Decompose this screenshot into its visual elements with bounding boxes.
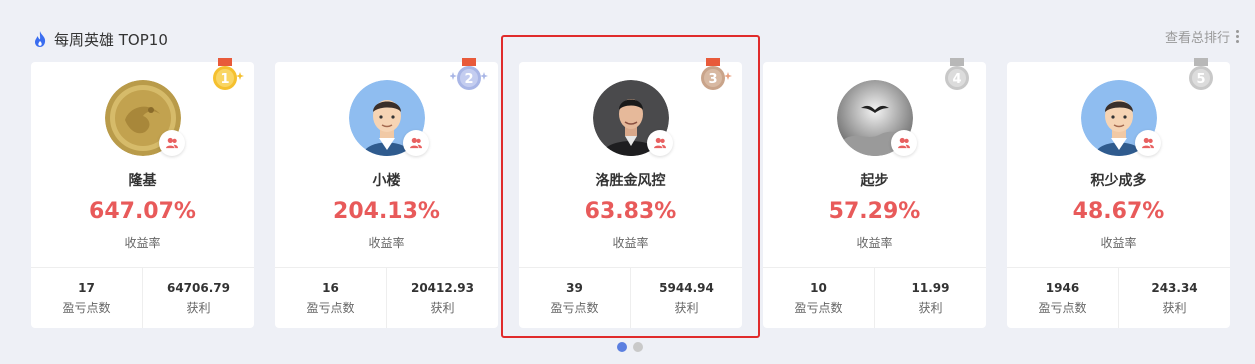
medal-silver-icon: 2 [450,58,488,90]
hero-name[interactable]: 隆基 [31,170,254,190]
hero-stats: 16 盈亏点数 20412.93 获利 [275,267,498,328]
points-stat: 1946 盈亏点数 [1007,268,1118,328]
section-title: 每周英雄 TOP10 [32,28,168,50]
profit-value: 11.99 [911,280,950,295]
return-rate-label: 收益率 [1100,236,1137,250]
medal-grey-icon: 5 [1189,58,1213,90]
points-value: 16 [322,280,339,295]
pager-dot-active[interactable] [617,342,627,352]
follow-user-icon[interactable] [891,130,917,156]
hero-card[interactable]: 1 隆基 647.07% 收益率 17 盈亏点数 64706.79 获利 [31,58,254,328]
profit-label: 获利 [430,300,455,315]
hero-card[interactable]: 5 积少成多 48.67% 收益率 1946 盈亏点数 243.34 获利 [1007,58,1230,328]
hero-name[interactable]: 积少成多 [1007,170,1230,190]
profit-stat: 20412.93 获利 [386,268,498,328]
profit-label: 获利 [186,300,211,315]
follow-user-icon[interactable] [159,130,185,156]
profit-stat: 64706.79 获利 [142,268,254,328]
points-label: 盈亏点数 [306,300,355,315]
hero-stats: 10 盈亏点数 11.99 获利 [763,267,986,328]
hero-name[interactable]: 起步 [763,170,986,190]
return-rate-label: 收益率 [856,236,893,250]
pager-dot[interactable] [633,342,643,352]
medal-gold-icon: 1 [213,58,244,90]
view-all-ranking-label[interactable]: 查看总排行 [1165,27,1230,46]
return-rate-value: 647.07% [89,199,196,224]
hero-stats: 17 盈亏点数 64706.79 获利 [31,267,254,328]
points-value: 1946 [1045,280,1080,295]
points-value: 17 [78,280,95,295]
return-rate-value: 57.29% [828,199,921,224]
hero-stats: 1946 盈亏点数 243.34 获利 [1007,267,1230,328]
hero-card[interactable]: 2 小楼 204.13% 收益率 16 盈亏点数 20412.93 获利 [275,58,498,328]
follow-user-icon[interactable] [403,130,429,156]
profit-label: 获利 [918,300,943,315]
medal-rank: 5 [1196,72,1205,87]
return-rate-label: 收益率 [124,236,161,250]
more-icon[interactable] [1236,29,1239,43]
medal-rank: 4 [952,72,961,87]
follow-user-icon[interactable] [1135,130,1161,156]
profit-label: 获利 [1162,300,1187,315]
profit-value: 243.34 [1151,280,1198,295]
section-title-text: 每周英雄 TOP10 [54,30,168,49]
highlight-box [501,35,760,338]
points-stat: 17 盈亏点数 [31,268,142,328]
flame-icon [35,31,46,47]
return-rate-label: 收益率 [368,236,405,250]
points-label: 盈亏点数 [1038,300,1087,315]
return-rate-value: 204.13% [333,199,440,224]
points-stat: 10 盈亏点数 [763,268,874,328]
points-label: 盈亏点数 [794,300,843,315]
points-label: 盈亏点数 [62,300,111,315]
carousel-pager [617,342,643,352]
hero-card[interactable]: 4 起步 57.29% 收益率 10 盈亏点数 11.99 获利 [763,58,986,328]
profit-stat: 11.99 获利 [874,268,986,328]
view-all-ranking-link[interactable]: 查看总排行 [1165,26,1239,46]
profit-stat: 243.34 获利 [1118,268,1230,328]
medal-rank: 2 [464,72,473,87]
profit-value: 64706.79 [166,280,230,295]
medal-grey-icon: 4 [945,58,969,90]
medal-rank: 1 [220,72,229,87]
points-value: 10 [810,280,827,295]
return-rate-value: 48.67% [1072,199,1165,224]
points-stat: 16 盈亏点数 [275,268,386,328]
hero-name[interactable]: 小楼 [275,170,498,190]
profit-value: 20412.93 [410,280,474,295]
